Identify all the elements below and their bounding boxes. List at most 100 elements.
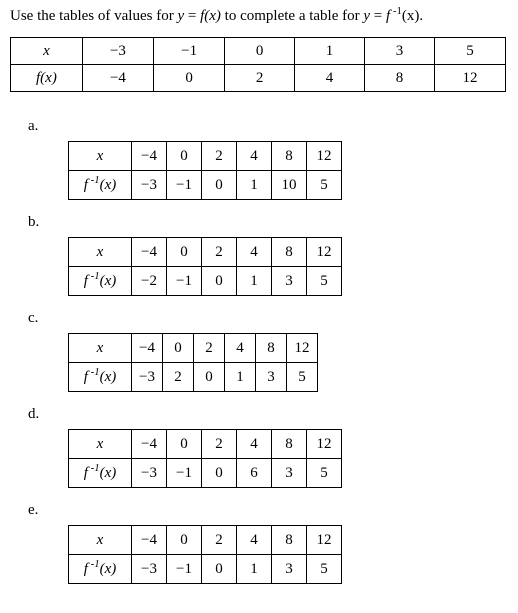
table-cell: −4: [132, 526, 167, 555]
table-cell: 0: [163, 334, 194, 363]
table-cell: 3: [272, 267, 307, 296]
table-cell: 3: [365, 38, 435, 65]
table-cell: −3: [132, 459, 167, 488]
table-cell: 0: [167, 238, 202, 267]
table-cell: 8: [365, 65, 435, 92]
table-cell: 0: [202, 171, 237, 200]
prompt-eq2: y = f -1(x): [363, 8, 419, 24]
table-cell: 2: [202, 238, 237, 267]
table-cell: 5: [307, 459, 342, 488]
given-table: x −3 −1 0 1 3 5 f(x) −4 0 2 4 8 12: [10, 37, 506, 92]
table-cell: 3: [256, 363, 287, 392]
table-cell: 0: [202, 555, 237, 584]
table-row: f -1(x)−3−101105: [69, 171, 342, 200]
row-header-x: x: [69, 430, 132, 459]
table-row: x−4024812: [69, 430, 342, 459]
table-cell: 0: [167, 142, 202, 171]
option-label: e.: [28, 502, 508, 519]
table-cell: 4: [237, 526, 272, 555]
row-header-finv: f -1(x): [69, 555, 132, 584]
table-cell: −1: [154, 38, 225, 65]
row-header-finv: f -1(x): [69, 171, 132, 200]
table-cell: 0: [167, 430, 202, 459]
table-cell: 4: [295, 65, 365, 92]
table-cell: 8: [272, 526, 307, 555]
table-cell: 8: [256, 334, 287, 363]
row-header-fx: f(x): [11, 65, 83, 92]
answer-option: b.x−4024812f -1(x)−2−10135: [30, 214, 508, 296]
table-cell: 5: [307, 267, 342, 296]
table-cell: 5: [307, 171, 342, 200]
option-table: x−4024812f -1(x)−2−10135: [68, 237, 342, 296]
table-row: f -1(x)−3−10135: [69, 555, 342, 584]
table-row: f(x) −4 0 2 4 8 12: [11, 65, 506, 92]
table-cell: 1: [225, 363, 256, 392]
answer-option: a.x−4024812f -1(x)−3−101105: [30, 118, 508, 200]
table-cell: −4: [132, 238, 167, 267]
table-cell: 5: [307, 555, 342, 584]
table-row: f -1(x)−3−10635: [69, 459, 342, 488]
table-cell: −3: [132, 171, 167, 200]
option-label: a.: [28, 118, 508, 135]
answer-option: c.x−4024812f -1(x)−320135: [30, 310, 508, 392]
table-cell: 0: [202, 267, 237, 296]
table-cell: −4: [82, 65, 153, 92]
table-row: x−4024812: [69, 238, 342, 267]
table-cell: 3: [272, 459, 307, 488]
table-cell: 1: [237, 267, 272, 296]
row-header-x: x: [11, 38, 83, 65]
table-cell: −4: [132, 142, 167, 171]
prompt-text: to complete a table for: [225, 8, 364, 24]
row-header-finv: f -1(x): [69, 459, 132, 488]
option-label: d.: [28, 406, 508, 423]
answer-option: e.x−4024812f -1(x)−3−10135: [30, 502, 508, 584]
table-cell: −3: [132, 363, 163, 392]
table-cell: 6: [237, 459, 272, 488]
table-cell: 1: [295, 38, 365, 65]
question-prompt: Use the tables of values for y = f(x) to…: [10, 8, 508, 25]
table-cell: 8: [272, 142, 307, 171]
row-header-finv: f -1(x): [69, 267, 132, 296]
table-row: x−4024812: [69, 142, 342, 171]
table-cell: 1: [237, 555, 272, 584]
table-cell: −1: [167, 267, 202, 296]
table-cell: 5: [434, 38, 505, 65]
row-header-x: x: [69, 142, 132, 171]
table-cell: 3: [272, 555, 307, 584]
table-row: x−4024812: [69, 526, 342, 555]
row-header-finv: f -1(x): [69, 363, 132, 392]
option-table: x−4024812f -1(x)−3−10635: [68, 429, 342, 488]
table-cell: 0: [194, 363, 225, 392]
answer-option: d.x−4024812f -1(x)−3−10635: [30, 406, 508, 488]
table-cell: 2: [202, 430, 237, 459]
prompt-text: Use the tables of values for: [10, 8, 177, 24]
option-label: b.: [28, 214, 508, 231]
table-cell: 12: [307, 142, 342, 171]
table-cell: 0: [154, 65, 225, 92]
table-cell: 12: [307, 238, 342, 267]
table-row: f -1(x)−2−10135: [69, 267, 342, 296]
table-cell: 4: [237, 142, 272, 171]
row-header-x: x: [69, 334, 132, 363]
table-cell: 0: [225, 38, 295, 65]
table-cell: −1: [167, 459, 202, 488]
table-cell: −4: [132, 334, 163, 363]
table-cell: 2: [202, 526, 237, 555]
table-cell: 12: [307, 526, 342, 555]
table-cell: 2: [225, 65, 295, 92]
option-table: x−4024812f -1(x)−3−101105: [68, 141, 342, 200]
table-cell: 12: [287, 334, 318, 363]
option-label: c.: [28, 310, 508, 327]
table-cell: 5: [287, 363, 318, 392]
table-cell: 4: [237, 430, 272, 459]
table-row: x −3 −1 0 1 3 5: [11, 38, 506, 65]
table-cell: 12: [434, 65, 505, 92]
table-cell: 2: [194, 334, 225, 363]
table-cell: −3: [132, 555, 167, 584]
table-row: f -1(x)−320135: [69, 363, 318, 392]
row-header-x: x: [69, 526, 132, 555]
option-table: x−4024812f -1(x)−3−10135: [68, 525, 342, 584]
table-cell: 4: [237, 238, 272, 267]
table-cell: −3: [82, 38, 153, 65]
table-cell: 0: [167, 526, 202, 555]
